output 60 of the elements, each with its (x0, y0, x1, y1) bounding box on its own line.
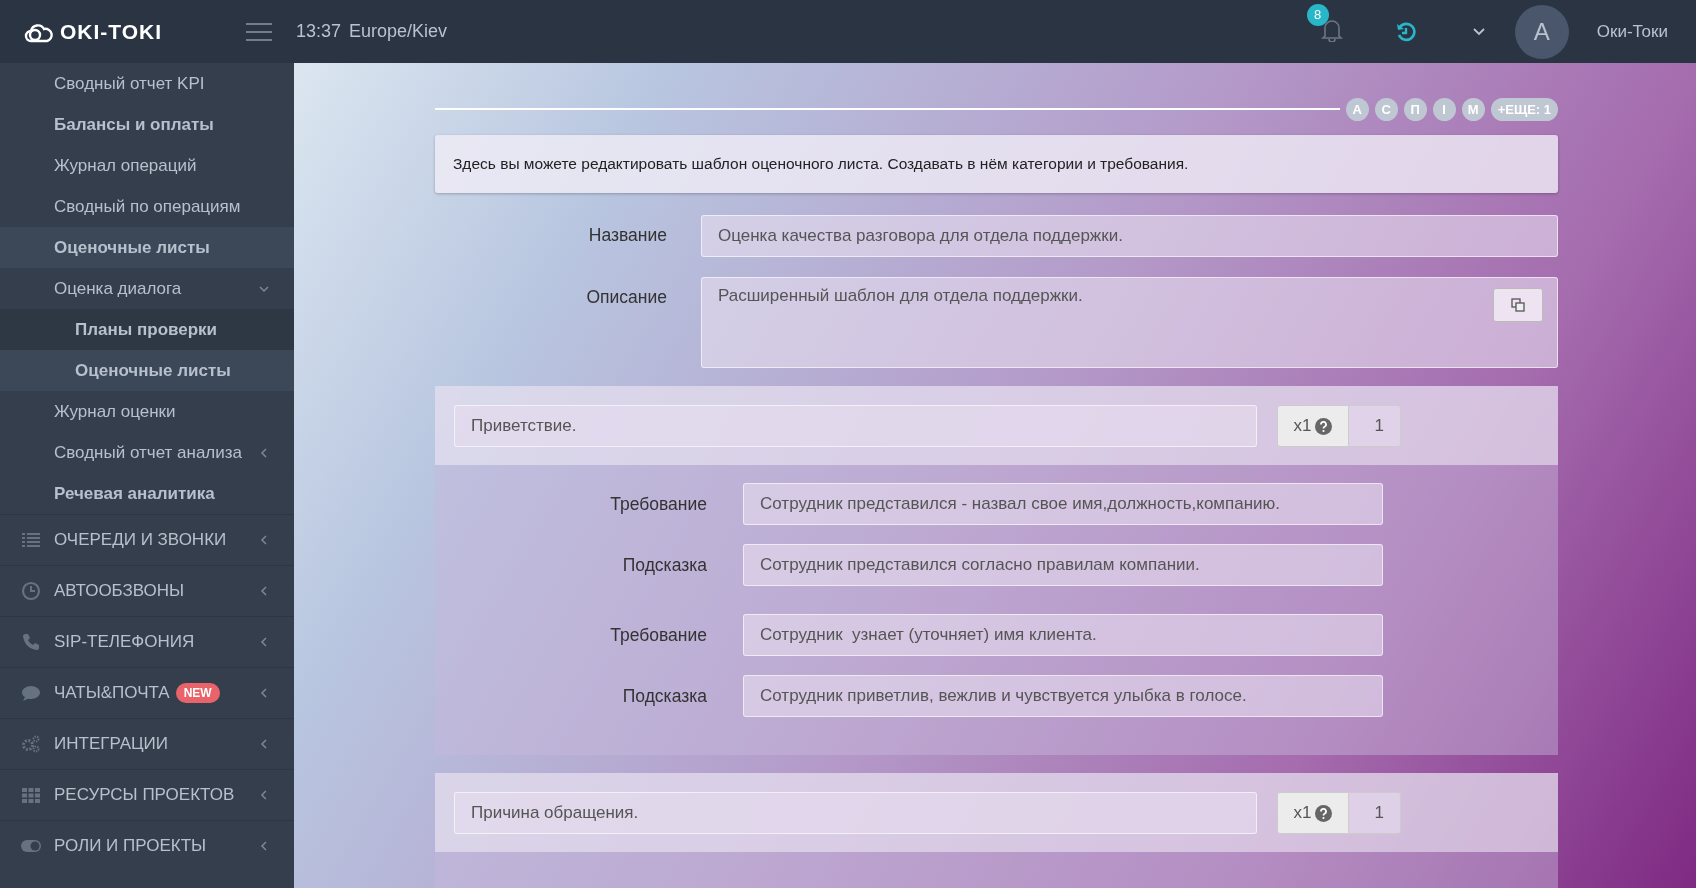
copy-icon (1511, 298, 1525, 312)
field-label: Требование (609, 493, 708, 515)
speech-bubble-icon (20, 683, 42, 703)
sidebar-item[interactable]: Сводный отчет анализа (0, 432, 294, 473)
history-icon[interactable] (1394, 20, 1417, 43)
sidebar-item[interactable]: Сводный отчет KPI (0, 63, 294, 104)
sidebar-section[interactable]: ЧАТЫ&ПОЧТА NEW (0, 667, 294, 718)
hint-field[interactable]: Сотрудник приветлив, вежлив и чувствуется улыбка в голосе. (743, 675, 1383, 717)
list-icon (20, 530, 42, 550)
clock-icon (20, 581, 42, 601)
sidebar-item[interactable]: Балансы и оплаты (0, 104, 294, 145)
logo-text: OKI-TOKI (60, 19, 163, 44)
clock-time: 13:37 (296, 21, 342, 42)
field-label: Описание (585, 286, 668, 308)
weight-label: x1 (1277, 792, 1349, 834)
hint-field[interactable]: Сотрудник представился согласно правилам компании. (743, 544, 1383, 586)
menu-icon[interactable] (246, 22, 272, 41)
chevron-icon (258, 687, 270, 699)
name-field[interactable]: Оценка качества разговора для отдела поддержки. (701, 215, 1558, 257)
field-label: Подсказка (621, 685, 708, 707)
sidebar-item[interactable]: Речевая аналитика (0, 473, 294, 514)
chevron-icon (258, 738, 270, 750)
help-icon[interactable] (1315, 804, 1333, 822)
notification-count: 8 (1306, 3, 1329, 26)
sidebar-item[interactable]: Оценка диалога (0, 268, 294, 309)
caret-icon[interactable] (1472, 27, 1485, 36)
requirement-field[interactable]: Сотрудник представился - назвал свое имя,должность,компанию. (743, 483, 1383, 525)
field-label: Требование (609, 624, 708, 646)
requirement-field[interactable]: Сотрудник узнает (уточняет) имя клиента. (743, 614, 1383, 656)
weight-field[interactable]: 1 (1349, 792, 1401, 834)
sidebar-item[interactable]: Журнал оценки (0, 391, 294, 432)
copy-button[interactable] (1493, 288, 1543, 322)
new-badge: NEW (175, 683, 220, 703)
grid-icon (20, 785, 42, 805)
info-message: Здесь вы можете редактировать шаблон оценочного листа. Создавать в нём категории и требования. (435, 135, 1558, 193)
field-label: Подсказка (621, 554, 708, 576)
field-label: Название (587, 224, 668, 246)
sidebar-item[interactable]: Оценочные листы (0, 227, 294, 268)
user-avatar[interactable]: A (1514, 4, 1569, 59)
description-field[interactable]: Расширенный шаблон для отдела поддержки. (701, 277, 1558, 368)
sidebar-item[interactable]: Планы проверки (0, 309, 294, 350)
chevron-icon (258, 585, 270, 597)
chevron-icon (258, 636, 270, 648)
chevron-icon (258, 840, 270, 852)
sidebar-item[interactable]: Журнал операций (0, 145, 294, 186)
phone-icon (20, 632, 42, 652)
sidebar-item[interactable]: Оценочные листы (0, 350, 294, 391)
weight-label: x1 (1277, 405, 1349, 447)
sidebar-section[interactable]: РОЛИ И ПРОЕКТЫ (0, 820, 294, 871)
category-title-field[interactable]: Причина обращения. (454, 792, 1257, 834)
bell-icon[interactable] (1320, 17, 1343, 42)
sidebar-section[interactable]: РЕСУРСЫ ПРОЕКТОВ (0, 769, 294, 820)
sidebar-item[interactable]: Сводный по операциям (0, 186, 294, 227)
category-title-field[interactable]: Приветствие. (454, 405, 1257, 447)
weight-field[interactable]: 1 (1349, 405, 1401, 447)
help-icon[interactable] (1315, 417, 1333, 435)
chevron-icon (258, 534, 270, 546)
chevron-icon (258, 446, 270, 459)
user-name[interactable]: Оки-Токи (1596, 21, 1668, 42)
timezone: Europe/Kiev (349, 21, 448, 42)
